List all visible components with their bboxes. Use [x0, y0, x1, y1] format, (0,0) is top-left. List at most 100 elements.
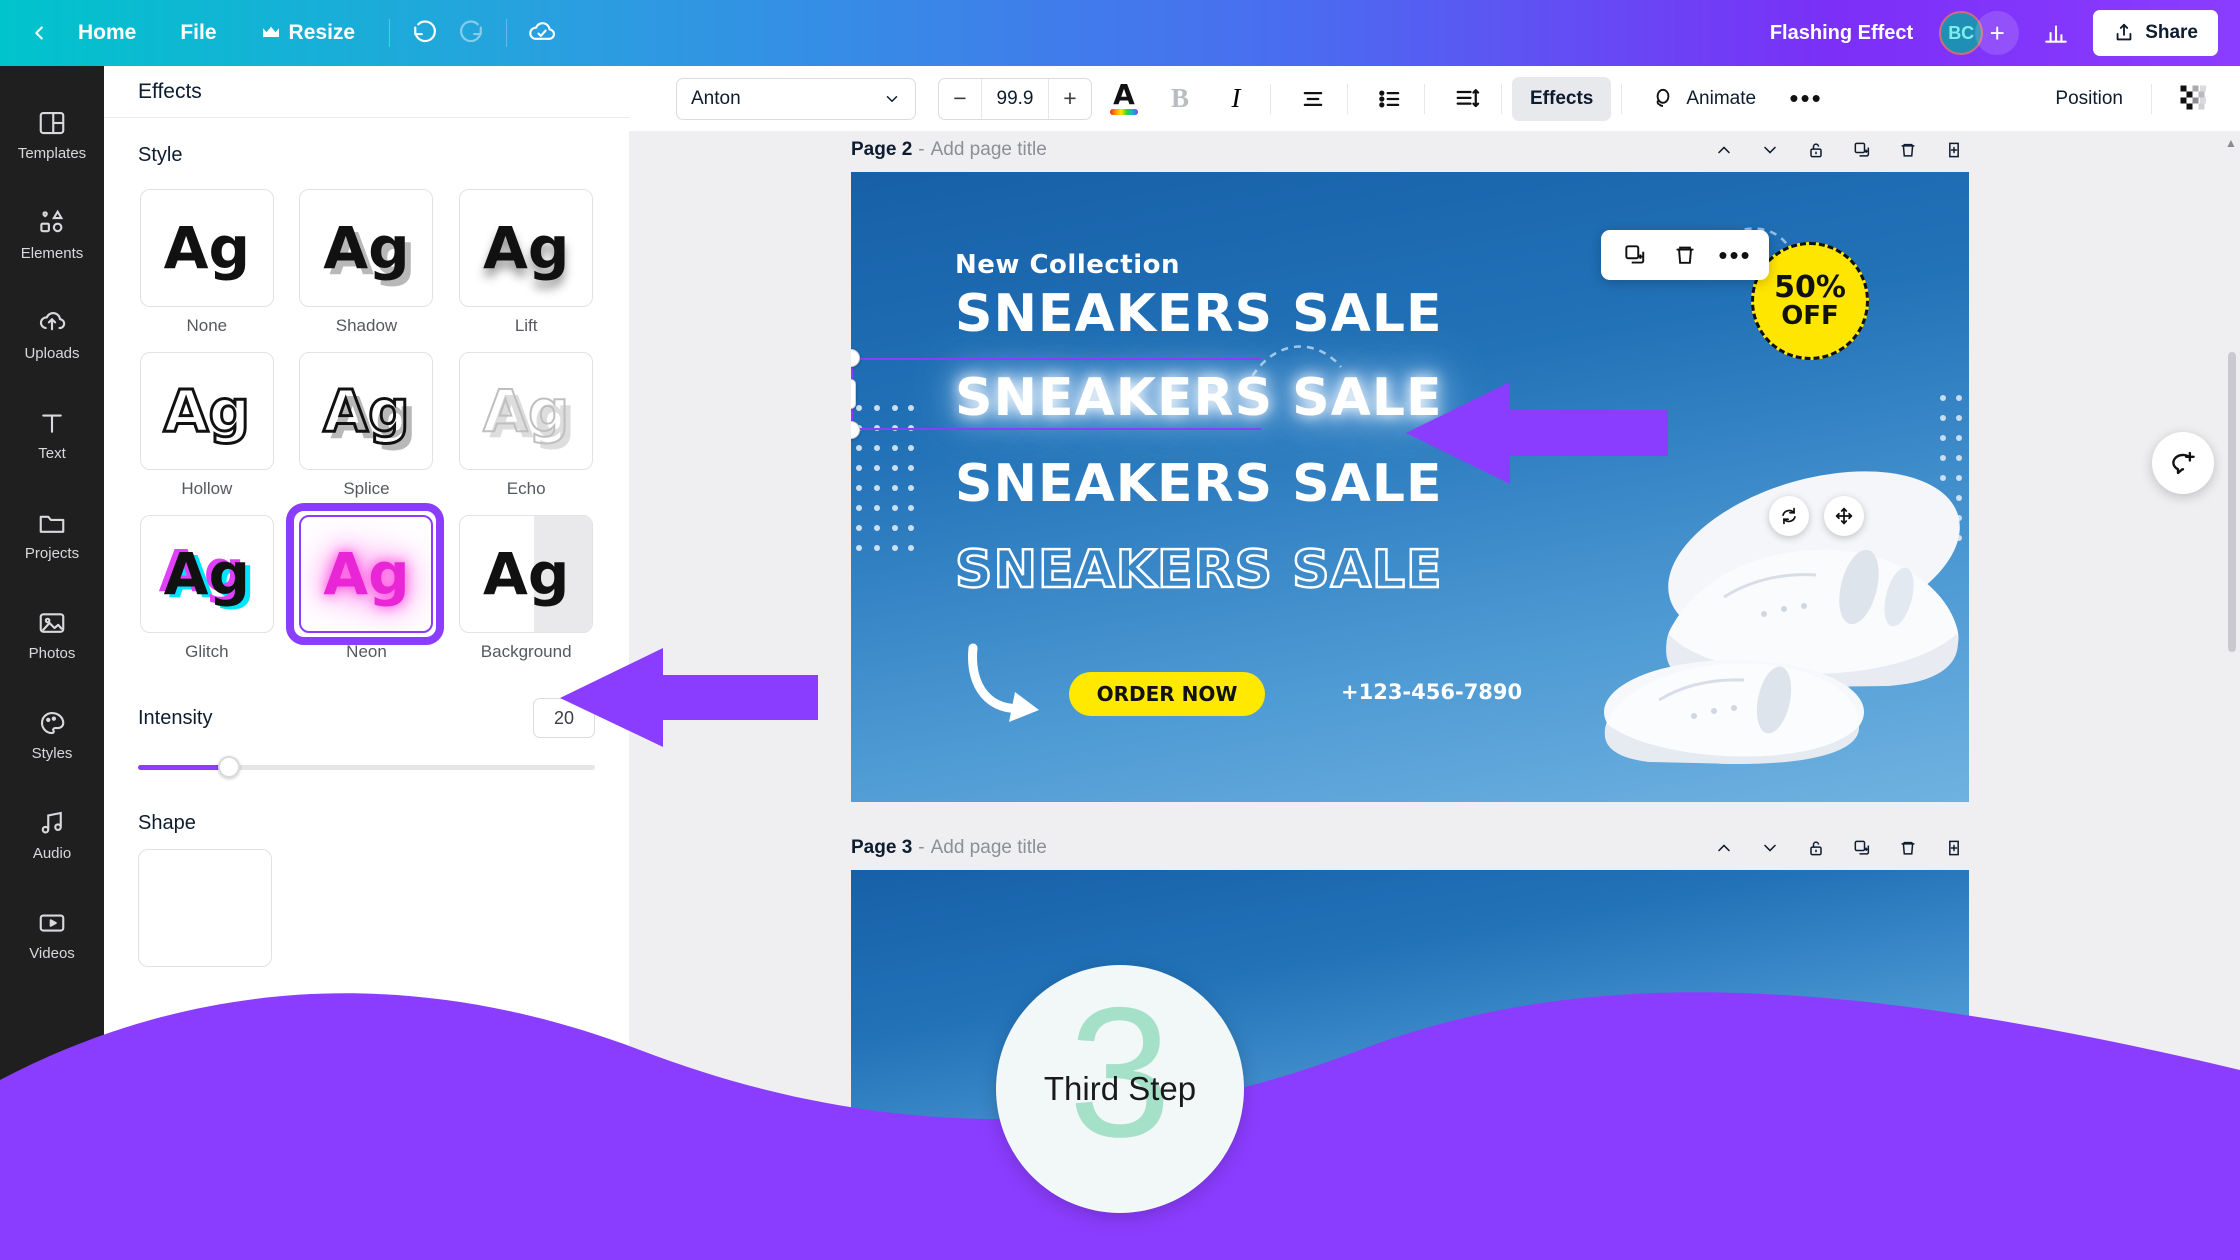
- eyebrow-text[interactable]: New Collection: [955, 250, 1180, 280]
- list-button[interactable]: [1366, 75, 1414, 123]
- move-page-down[interactable]: [1755, 833, 1785, 863]
- sidebar-item-elements[interactable]: Elements: [0, 188, 104, 282]
- style-option-neon[interactable]: Ag Neon: [285, 503, 444, 662]
- headline-line-3[interactable]: SNEAKERS SALE: [955, 454, 1443, 514]
- style-option-label: Background: [480, 642, 572, 661]
- headline-line-4-hollow[interactable]: SNEAKERS SALE: [954, 539, 1443, 602]
- phone-number[interactable]: +123-456-7890: [1341, 680, 1522, 704]
- text-color-button[interactable]: A: [1100, 75, 1148, 123]
- animate-button[interactable]: Animate: [1632, 77, 1774, 121]
- shape-option-box[interactable]: [138, 849, 272, 967]
- element-more-button[interactable]: •••: [1713, 233, 1757, 277]
- sidebar-item-styles[interactable]: Styles: [0, 688, 104, 782]
- rotate-handle[interactable]: [1769, 496, 1809, 536]
- add-comment-button[interactable]: [2152, 432, 2214, 494]
- style-option-label: Hollow: [181, 479, 233, 498]
- font-size-decrease[interactable]: −: [939, 79, 981, 119]
- transparency-button[interactable]: [2170, 75, 2218, 123]
- cloud-save-status[interactable]: [519, 10, 565, 56]
- headline-line-1[interactable]: SNEAKERS SALE: [955, 284, 1443, 344]
- page-title-placeholder[interactable]: Add page title: [931, 837, 1047, 859]
- sidebar-item-text[interactable]: Text: [0, 388, 104, 482]
- delete-page[interactable]: [1893, 135, 1923, 165]
- delete-page[interactable]: [1893, 833, 1923, 863]
- bold-button[interactable]: B: [1156, 75, 1204, 123]
- style-option-hollow[interactable]: Ag Hollow: [138, 352, 276, 499]
- canvas-area[interactable]: Page 2 - Add page title New Collection S…: [629, 132, 2240, 1260]
- plus-icon: +: [1989, 17, 2005, 48]
- spacing-button[interactable]: [1443, 75, 1491, 123]
- style-option-shadow[interactable]: Ag Shadow: [298, 189, 436, 336]
- move-page-up[interactable]: [1709, 833, 1739, 863]
- left-rail: Templates Elements Uploads Text Projects…: [0, 66, 104, 1260]
- style-option-echo[interactable]: Ag Echo: [457, 352, 595, 499]
- back-button[interactable]: [22, 16, 56, 50]
- sidebar-item-templates[interactable]: Templates: [0, 88, 104, 182]
- order-now-button[interactable]: ORDER NOW: [1069, 672, 1265, 716]
- style-preview-box[interactable]: Ag: [299, 352, 434, 470]
- style-option-splice[interactable]: Ag Splice: [298, 352, 436, 499]
- italic-button[interactable]: I: [1212, 75, 1260, 123]
- intensity-input[interactable]: 20: [533, 698, 595, 738]
- duplicate-page[interactable]: [1847, 833, 1877, 863]
- sidebar-item-videos[interactable]: Videos: [0, 888, 104, 982]
- font-size-increase[interactable]: +: [1049, 79, 1091, 119]
- add-page[interactable]: [1939, 833, 1969, 863]
- style-option-lift[interactable]: Ag Lift: [457, 189, 595, 336]
- style-preview-box[interactable]: Ag: [459, 189, 594, 307]
- home-label: Home: [78, 21, 137, 44]
- element-selection-box[interactable]: [851, 349, 1261, 439]
- tab-effects[interactable]: Effects: [1512, 76, 1612, 121]
- move-page-up[interactable]: [1709, 135, 1739, 165]
- style-sample-text: Ag: [482, 377, 570, 445]
- delete-element-button[interactable]: [1663, 233, 1707, 277]
- resize-menu[interactable]: Resize: [239, 13, 378, 53]
- style-option-background[interactable]: Ag Background: [457, 515, 595, 662]
- intensity-row: Intensity 20: [138, 698, 595, 738]
- style-preview-box[interactable]: Ag: [139, 515, 274, 633]
- resize-handle-left-middle[interactable]: [851, 379, 856, 409]
- align-button[interactable]: [1289, 75, 1337, 123]
- page-title-placeholder[interactable]: Add page title: [931, 139, 1047, 161]
- undo-button[interactable]: [402, 10, 448, 56]
- intensity-slider[interactable]: [138, 756, 595, 778]
- resize-handle-top-left[interactable]: [851, 349, 860, 367]
- redo-button[interactable]: [448, 10, 494, 56]
- sidebar-item-audio[interactable]: Audio: [0, 788, 104, 882]
- design-page-2[interactable]: New Collection SNEAKERS SALE SNEAKERS SA…: [851, 172, 1969, 802]
- canvas-scrollbar[interactable]: [2228, 352, 2236, 652]
- add-page[interactable]: [1939, 135, 1969, 165]
- font-family-select[interactable]: Anton: [676, 77, 916, 120]
- sidebar-item-projects[interactable]: Projects: [0, 488, 104, 582]
- style-option-glitch[interactable]: Ag Glitch: [138, 515, 276, 662]
- invite-members-button[interactable]: +: [1975, 11, 2020, 55]
- style-option-none[interactable]: Ag None: [138, 189, 276, 336]
- position-button[interactable]: Position: [2037, 77, 2141, 121]
- style-preview-box[interactable]: Ag: [299, 515, 434, 633]
- style-preview-box[interactable]: Ag: [459, 515, 594, 633]
- undo-icon: [414, 20, 437, 43]
- font-size-input[interactable]: 99.9: [981, 78, 1049, 119]
- lock-page[interactable]: [1801, 833, 1831, 863]
- sidebar-item-photos[interactable]: Photos: [0, 588, 104, 682]
- more-options-button[interactable]: •••: [1782, 75, 1830, 123]
- move-page-down[interactable]: [1755, 135, 1785, 165]
- style-preview-box[interactable]: Ag: [139, 352, 274, 470]
- style-preview-box[interactable]: Ag: [299, 189, 434, 307]
- duplicate-page[interactable]: [1847, 135, 1877, 165]
- duplicate-icon: [1854, 142, 1870, 157]
- home-menu[interactable]: Home: [56, 13, 158, 53]
- style-preview-box[interactable]: Ag: [139, 189, 274, 307]
- scroll-up-arrow[interactable]: ▲: [2224, 136, 2238, 150]
- file-menu[interactable]: File: [158, 13, 238, 53]
- duplicate-element-button[interactable]: [1613, 233, 1657, 277]
- slider-thumb[interactable]: [218, 756, 241, 778]
- share-button[interactable]: Share: [2093, 10, 2218, 56]
- style-preview-box[interactable]: Ag: [459, 352, 594, 470]
- scroll-down-arrow[interactable]: ▼: [2224, 1242, 2238, 1256]
- insights-button[interactable]: [2033, 10, 2079, 56]
- sidebar-item-uploads[interactable]: Uploads: [0, 288, 104, 382]
- document-title[interactable]: Flashing Effect: [1770, 22, 1913, 45]
- move-handle[interactable]: [1824, 496, 1864, 536]
- lock-page[interactable]: [1801, 135, 1831, 165]
